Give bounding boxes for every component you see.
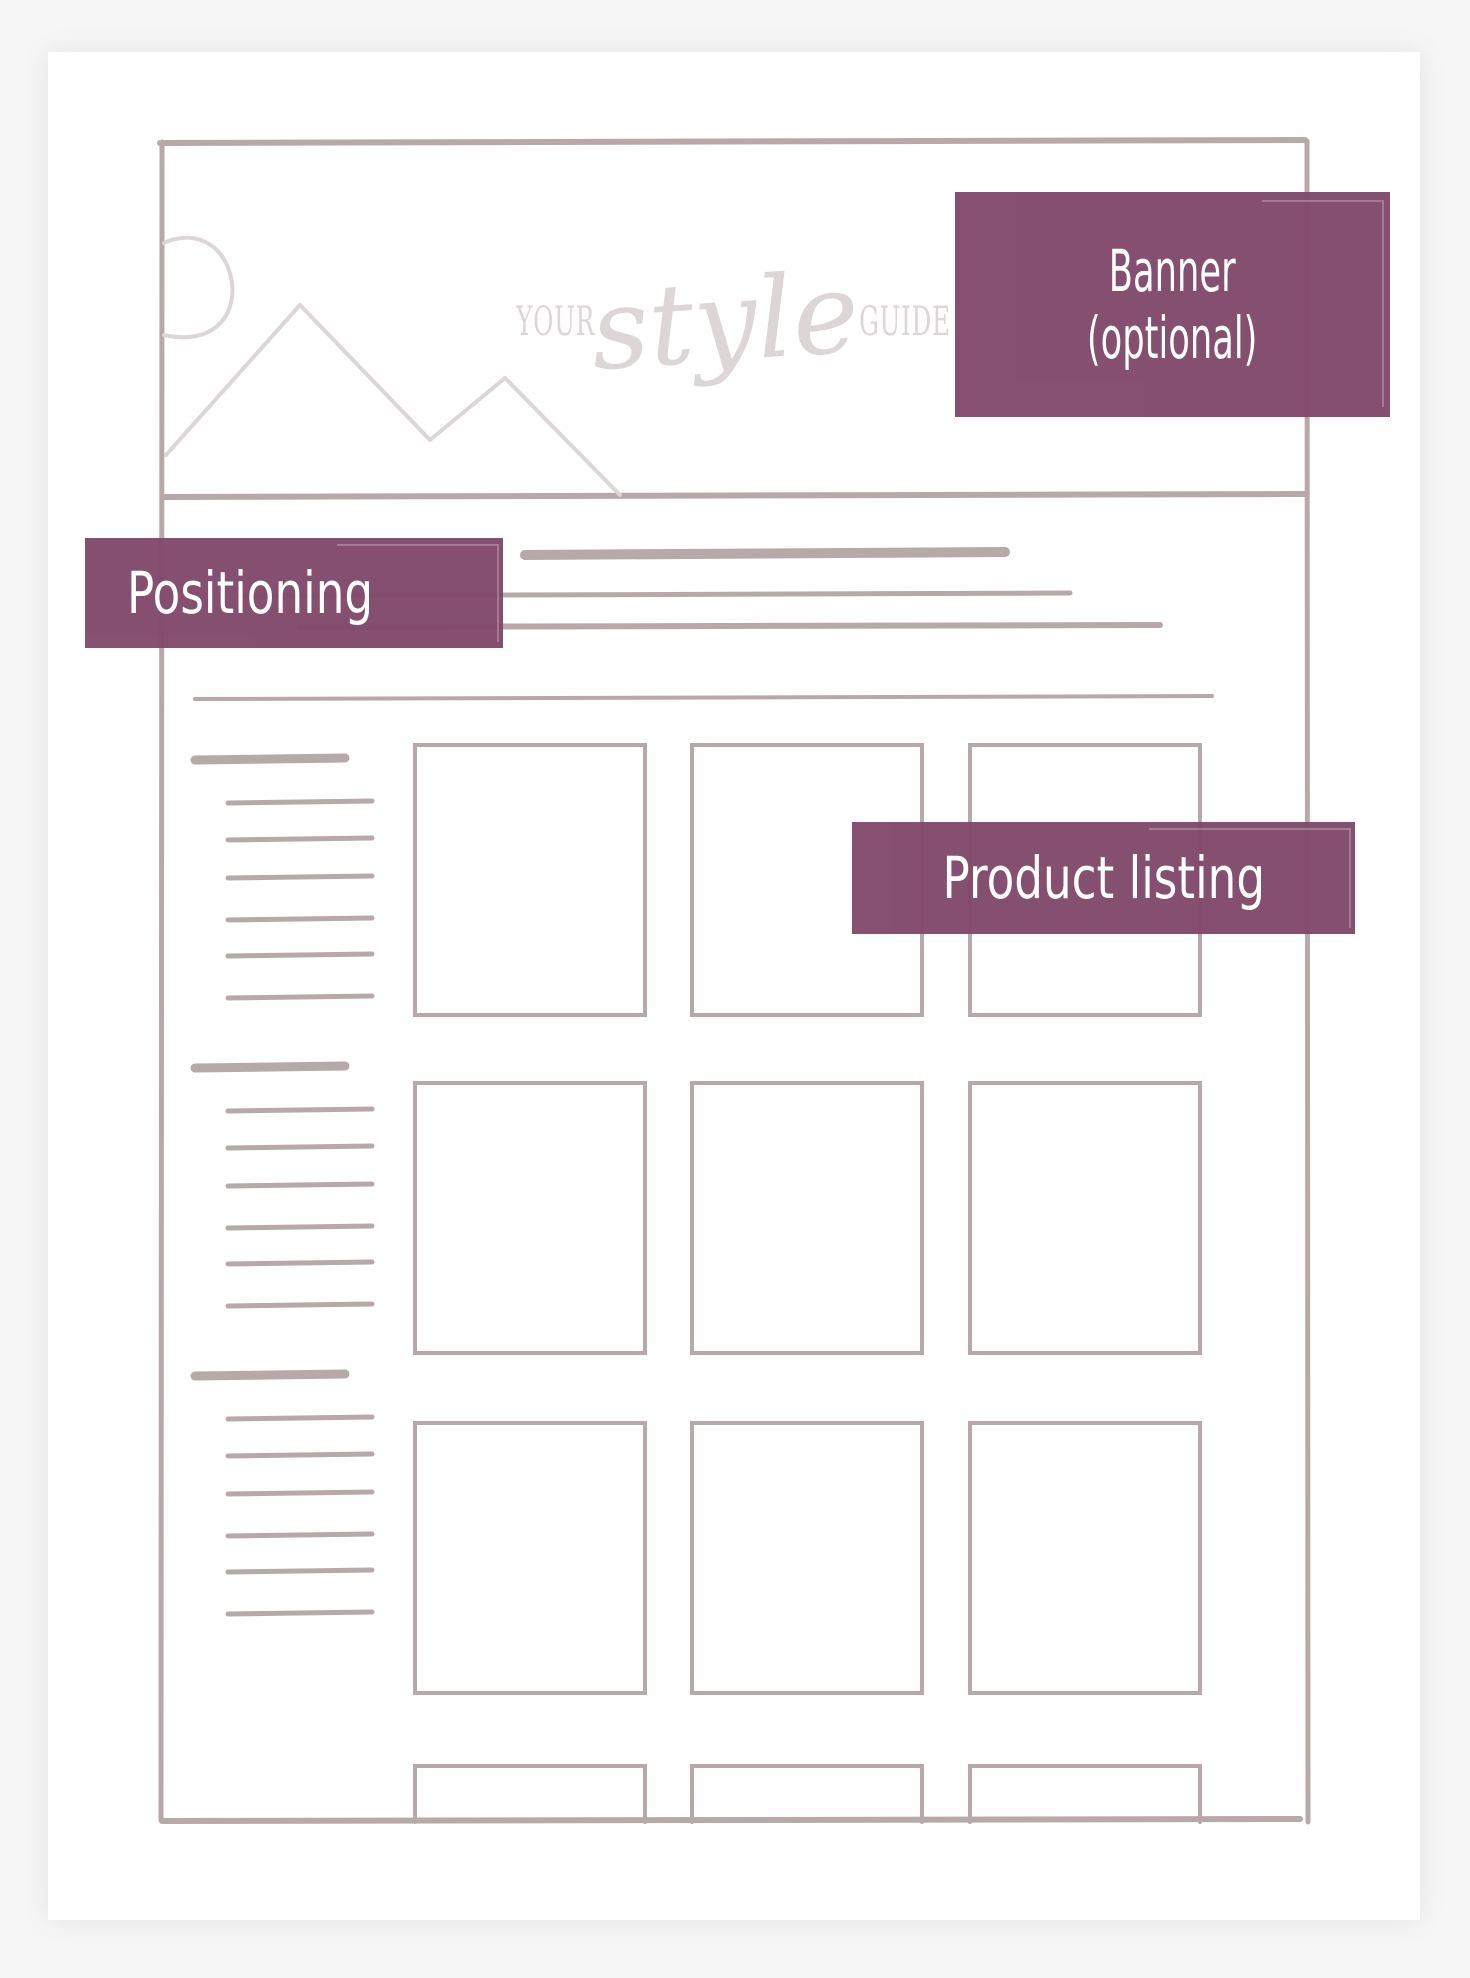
sidebar-item [225,1301,375,1309]
sidebar-item [225,1223,375,1231]
sidebar-item [225,873,375,881]
sidebar-item [225,798,375,806]
product-card [413,1421,647,1695]
product-card-partial [413,1764,647,1824]
sidebar-item [225,835,375,843]
sidebar-item [225,1609,375,1617]
sidebar-item [225,1451,375,1459]
sidebar-item [225,951,375,959]
sun-icon [162,235,235,340]
positioning-label: Positioning [85,538,503,648]
product-card [968,1421,1202,1695]
product-card [413,1081,647,1355]
banner-label: Banner (optional) [955,192,1390,417]
sidebar-item [225,1259,375,1267]
sidebar-item [225,1414,375,1422]
sidebar-item [225,1489,375,1497]
banner-label-line1: Banner [1109,236,1236,305]
sidebar-item [225,993,375,1001]
sidebar-heading [190,1369,350,1381]
product-card [690,1421,924,1695]
logo-script: style [586,247,863,397]
product-card [690,1081,924,1355]
sidebar-nav [190,753,375,1617]
sidebar-item [225,1531,375,1539]
banner-divider [161,491,1308,500]
logo-prefix: YOUR [515,299,595,345]
product-card-partial [690,1764,924,1824]
content-divider [193,694,1214,701]
sidebar-item [225,1143,375,1151]
product-card [413,743,647,1017]
sidebar-heading [190,1061,350,1073]
product-listing-label: Product listing [852,822,1355,934]
sidebar-item [225,1106,375,1114]
sidebar-item [225,1567,375,1575]
product-card [968,1081,1202,1355]
sidebar-heading [190,753,350,765]
logo-suffix: GUIDE [858,299,951,345]
product-card-partial [968,1764,1202,1824]
logo: YOUR style GUIDE [500,222,970,422]
banner-label-line2: (optional) [1087,303,1258,372]
sidebar-item [225,915,375,923]
sidebar-item [225,1181,375,1189]
